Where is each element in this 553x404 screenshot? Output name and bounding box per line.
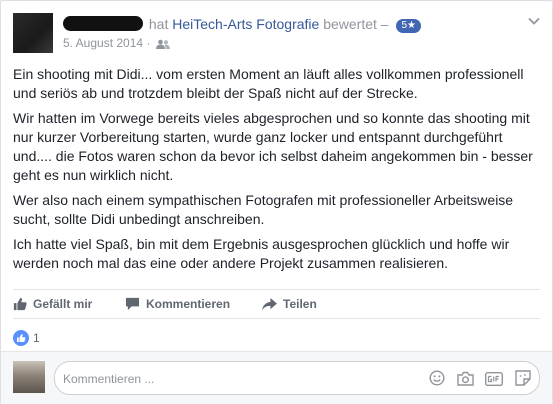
post-timestamp-row: 5. August 2014 · (63, 36, 421, 52)
gif-icon[interactable] (485, 371, 504, 389)
audience-friends-icon[interactable] (155, 38, 170, 52)
comment-placeholder: Kommentieren ... (63, 372, 155, 386)
review-paragraph: Wir hatten im Vorwege bereits vieles abg… (13, 110, 533, 183)
like-label: Gefällt mir (33, 297, 93, 311)
review-paragraph: Ich hatte viel Spaß, bin mit dem Ergebni… (13, 236, 510, 271)
camera-icon[interactable] (457, 371, 474, 389)
like-button[interactable]: Gefällt mir (13, 297, 92, 311)
verb-suffix: bewertet – (323, 16, 389, 32)
sticker-icon[interactable] (515, 370, 531, 389)
like-icon (13, 297, 27, 311)
current-user-avatar (13, 361, 45, 393)
comment-icon (125, 297, 140, 311)
review-paragraph: Ein shooting mit Didi... vom ersten Mome… (13, 66, 524, 101)
author-avatar[interactable] (13, 13, 53, 53)
action-bar: Gefällt mir Kommentieren Teilen (13, 289, 540, 319)
share-icon (262, 298, 277, 311)
post-header: hat HeiTech-Arts Fotografie bewertet – 5… (13, 11, 540, 55)
review-paragraph: Wer also nach einem sympathischen Fotogr… (13, 192, 514, 227)
share-button[interactable]: Teilen (262, 297, 317, 311)
comment-input[interactable]: Kommentieren ... (54, 361, 540, 395)
reaction-summary[interactable]: 1 (13, 330, 40, 350)
comment-label: Kommentieren (146, 297, 231, 311)
review-text: Ein shooting mit Didi... vom ersten Mome… (13, 65, 541, 279)
page-link[interactable]: HeiTech-Arts Fotografie (172, 16, 319, 32)
post-date[interactable]: 5. August 2014 · (63, 36, 150, 50)
share-label: Teilen (283, 297, 317, 311)
reaction-count: 1 (33, 331, 40, 345)
rating-badge: 5★ (396, 19, 421, 33)
composer-icons (421, 370, 531, 389)
like-reaction-icon (13, 330, 29, 346)
chevron-down-icon[interactable] (528, 17, 540, 25)
emoji-icon[interactable] (429, 370, 445, 389)
redacted-author-name (63, 16, 143, 31)
review-post: hat HeiTech-Arts Fotografie bewertet – 5… (0, 0, 553, 404)
comment-button[interactable]: Kommentieren (125, 297, 230, 311)
comment-composer: Kommentieren ... (1, 351, 552, 404)
post-meta: hat HeiTech-Arts Fotografie bewertet – 5… (63, 15, 421, 52)
post-headline: hat HeiTech-Arts Fotografie bewertet – 5… (63, 15, 421, 33)
verb-prefix: hat (148, 16, 169, 32)
